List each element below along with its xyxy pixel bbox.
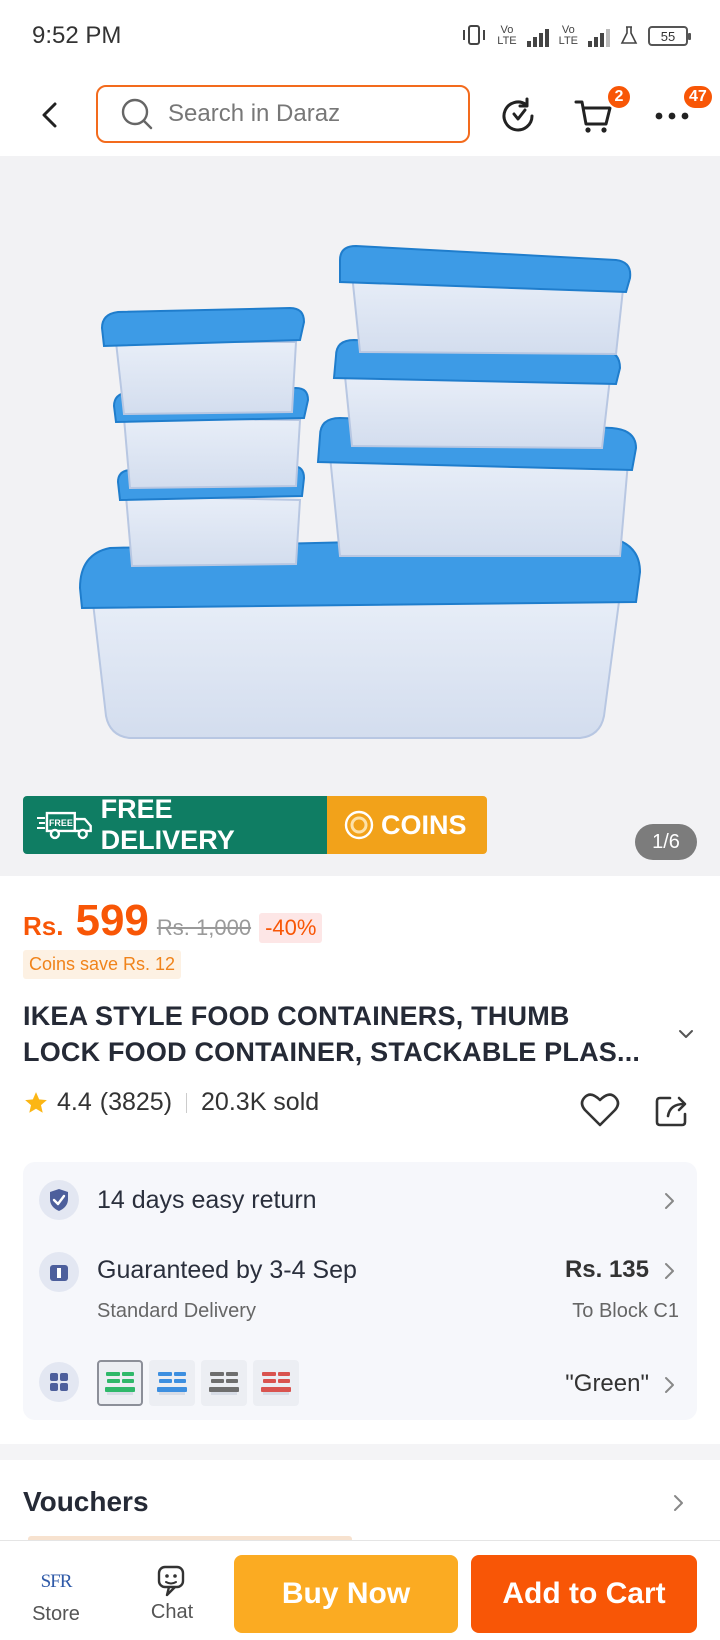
- buy-now-button[interactable]: Buy Now: [234, 1555, 458, 1633]
- add-to-cart-button[interactable]: Add to Cart: [471, 1555, 697, 1633]
- variant-thumb-icon: [209, 1372, 239, 1395]
- chat-icon: [157, 1565, 185, 1597]
- free-delivery-badge: FREE FREE DELIVERY: [23, 796, 327, 854]
- variant-swatch-blue[interactable]: [149, 1360, 195, 1406]
- product-detail-page: 9:52 PM VoLTE VoLTE 55 Search in Daraz: [0, 0, 720, 1640]
- store-label: Store: [32, 1603, 80, 1625]
- delivery-row[interactable]: Guaranteed by 3-4 Sep Standard Delivery …: [23, 1252, 697, 1332]
- shield-check-icon: [39, 1180, 79, 1220]
- vibrate-icon: [461, 24, 487, 49]
- cart-badge: 2: [606, 84, 632, 110]
- variant-swatch-grey[interactable]: [201, 1360, 247, 1406]
- product-image-carousel[interactable]: FREE FREE DELIVERY COINS 1/6: [0, 156, 720, 876]
- search-icon: [121, 98, 153, 130]
- status-bar: 9:52 PM Vo LTE Vo LTE 55: [0, 0, 720, 72]
- top-nav: Search in Daraz 2 47: [0, 80, 720, 150]
- chat-button[interactable]: Chat: [122, 1541, 222, 1640]
- signal-4g-icon: [526, 25, 549, 47]
- volte-icon: Vo LTE: [497, 24, 517, 47]
- variant-thumb-icon: [261, 1372, 291, 1395]
- notification-badge: 47: [682, 84, 714, 110]
- coin-icon: [344, 810, 374, 840]
- product-title-line2: LOCK FOOD CONTAINER, STACKABLE PLAS...: [23, 1037, 641, 1067]
- chevron-right-icon: [665, 1377, 674, 1393]
- status-time: 9:52 PM: [32, 22, 122, 49]
- star-icon: [25, 1091, 47, 1113]
- coins-label: COINS: [381, 809, 467, 840]
- more-button[interactable]: 47: [650, 84, 714, 138]
- selected-variant: "Green": [565, 1370, 649, 1397]
- variant-swatch-green[interactable]: [97, 1360, 143, 1406]
- variants-grid-icon: [39, 1362, 79, 1402]
- heart-icon: [580, 1093, 620, 1127]
- expand-chevron-icon[interactable]: [676, 1024, 696, 1044]
- search-input[interactable]: Search in Daraz: [96, 85, 470, 143]
- section-divider: [0, 1444, 720, 1460]
- variant-thumb-icon: [157, 1372, 187, 1395]
- delivery-destination: To Block C1: [572, 1300, 679, 1322]
- current-price: 599: [75, 896, 149, 945]
- product-title[interactable]: IKEA STYLE FOOD CONTAINERS, THUMB LOCK F…: [23, 998, 663, 1070]
- review-count: (3825): [99, 1088, 173, 1116]
- cart-button[interactable]: 2: [572, 84, 632, 138]
- rating-value: 4.4: [57, 1088, 92, 1116]
- currency-symbol: Rs.: [23, 911, 64, 941]
- signal-icon: [588, 25, 610, 47]
- history-icon: [502, 97, 534, 132]
- delivery-guarantee-text: Guaranteed by 3-4 Sep: [97, 1256, 357, 1284]
- battery-icon: 55: [648, 26, 691, 46]
- promo-banner: FREE FREE DELIVERY COINS: [23, 796, 487, 854]
- truck-icon: FREE: [37, 811, 92, 840]
- original-price: Rs. 1,000: [156, 915, 252, 940]
- shipping-fee: Rs. 135: [564, 1256, 649, 1283]
- chat-label: Chat: [150, 1601, 194, 1623]
- svg-text:FREE: FREE: [49, 818, 73, 828]
- search-placeholder: Search in Daraz: [168, 100, 341, 127]
- product-title-line1: IKEA STYLE FOOD CONTAINERS, THUMB: [23, 1001, 570, 1031]
- chevron-right-icon: [665, 1193, 674, 1209]
- image-page-indicator: 1/6: [635, 824, 697, 860]
- free-delivery-label: FREE DELIVERY: [100, 796, 235, 854]
- history-button[interactable]: [496, 94, 540, 138]
- price-row: Rs. 599 Rs. 1,000 -40%: [23, 896, 323, 946]
- status-icons: Vo LTE Vo LTE 55: [461, 24, 691, 49]
- product-image: [78, 244, 642, 739]
- volte2-icon: Vo LTE: [558, 24, 578, 47]
- delivery-info-card: 14 days easy return Guaranteed by 3-4 Se…: [23, 1162, 697, 1420]
- variant-row[interactable]: "Green": [23, 1360, 697, 1406]
- rating-divider: [186, 1092, 188, 1113]
- return-policy-row[interactable]: 14 days easy return: [23, 1178, 697, 1222]
- coins-badge: COINS: [327, 796, 487, 854]
- package-icon: [39, 1252, 79, 1292]
- lab-icon: [620, 25, 638, 48]
- coins-save-tag: Coins save Rs. 12: [23, 950, 182, 979]
- share-button[interactable]: [650, 1088, 694, 1132]
- chevron-right-icon: [665, 1263, 674, 1279]
- wishlist-button[interactable]: [578, 1088, 622, 1132]
- variant-thumb-icon: [105, 1372, 135, 1395]
- sold-count: 20.3K sold: [201, 1088, 320, 1116]
- back-button[interactable]: [30, 95, 70, 135]
- more-dots-icon: [655, 112, 689, 120]
- vouchers-title: Vouchers: [23, 1486, 149, 1517]
- delivery-type-text: Standard Delivery: [97, 1300, 256, 1322]
- discount-badge: -40%: [259, 913, 323, 943]
- share-icon: [655, 1096, 687, 1127]
- back-arrow-icon: [42, 102, 57, 128]
- vouchers-chevron-icon[interactable]: [672, 1492, 686, 1514]
- return-policy-text: 14 days easy return: [97, 1186, 317, 1214]
- bottom-action-bar: SFR Store Chat Buy Now Add to Cart: [0, 1540, 720, 1640]
- rating-row[interactable]: 4.4 (3825) 20.3K sold: [23, 1088, 319, 1117]
- store-logo: SFR: [40, 1571, 73, 1592]
- variant-swatch-red[interactable]: [253, 1360, 299, 1406]
- store-button[interactable]: SFR Store: [6, 1541, 106, 1640]
